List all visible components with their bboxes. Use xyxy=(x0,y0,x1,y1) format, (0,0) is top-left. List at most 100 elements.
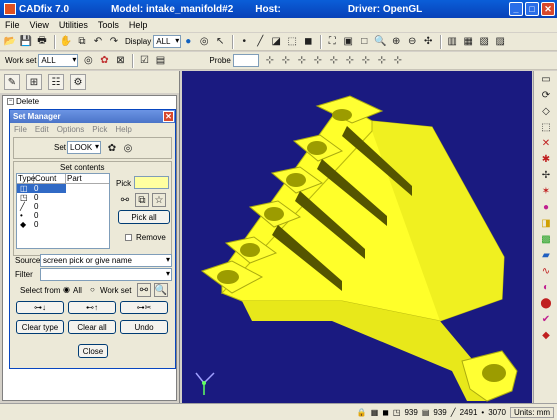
probe-area-icon[interactable]: ⊹ xyxy=(375,54,389,68)
workset-radio[interactable]: ○ xyxy=(90,285,95,294)
tool-x-icon[interactable]: ✕ xyxy=(537,136,555,151)
tool-curve-icon[interactable]: ∿ xyxy=(537,264,555,279)
minimize-button[interactable]: _ xyxy=(509,2,523,16)
clear-type-button[interactable]: Clear type xyxy=(16,320,64,334)
tool-merge-icon[interactable]: ✱ xyxy=(537,152,555,167)
table-row[interactable]: ◳ 0 xyxy=(17,193,109,202)
shade-mode-1-icon[interactable]: ▥ xyxy=(445,35,459,49)
header-count[interactable]: Count xyxy=(34,174,66,183)
redo-icon[interactable]: ↷ xyxy=(107,35,121,49)
table-row[interactable]: ◆ 0 xyxy=(17,220,109,229)
probe-distance-icon[interactable]: ⊹ xyxy=(343,54,357,68)
face-mode-icon[interactable]: ◪ xyxy=(269,35,283,49)
body-mode-icon[interactable]: ⬚ xyxy=(285,35,299,49)
menu-file[interactable]: File xyxy=(0,20,25,30)
intersect-tree-button[interactable]: ⊶✂ xyxy=(120,301,168,314)
probe-angle-icon[interactable]: ⊹ xyxy=(327,54,341,68)
filter-combo[interactable] xyxy=(40,268,172,281)
table-row[interactable]: ◫ 0 xyxy=(17,184,66,193)
all-radio[interactable]: ◉ xyxy=(63,285,70,294)
menu-utilities[interactable]: Utilities xyxy=(54,20,93,30)
menu-view[interactable]: View xyxy=(25,20,54,30)
grid-icon[interactable]: ▤ xyxy=(153,54,167,68)
workset-zoom-icon[interactable]: 🔍 xyxy=(154,283,168,297)
tree-item-delete[interactable]: − Delete xyxy=(3,96,176,107)
dialog-title-bar[interactable]: Set Manager ✕ xyxy=(10,110,175,123)
close-button[interactable]: Close xyxy=(78,344,108,358)
menu-help[interactable]: Help xyxy=(124,20,153,30)
shade-mode-4-icon[interactable]: ▨ xyxy=(493,35,507,49)
probe-input[interactable] xyxy=(232,54,259,67)
display-set-icon[interactable]: ◎ xyxy=(197,35,211,49)
print-icon[interactable]: 🖶 xyxy=(35,35,49,49)
dialog-menu-file[interactable]: File xyxy=(10,125,31,134)
workset-combo[interactable]: ALL xyxy=(38,54,79,67)
maximize-button[interactable]: □ xyxy=(525,2,539,16)
workset-set-icon[interactable]: ◎ xyxy=(81,54,95,68)
zoom-out-icon[interactable]: ⊖ xyxy=(405,35,419,49)
pick-all-button[interactable]: Pick all xyxy=(118,210,170,224)
edit-table-icon[interactable]: ☑ xyxy=(137,54,151,68)
pick-hand-icon[interactable]: ✋ xyxy=(59,35,73,49)
zoom-box-icon[interactable]: ▣ xyxy=(341,35,355,49)
probe-body-icon[interactable]: ⊹ xyxy=(311,54,325,68)
zoom-fit-icon[interactable]: ⛶ xyxy=(325,35,339,49)
line-mode-icon[interactable]: ╱ xyxy=(253,35,267,49)
table-row[interactable]: • 0 xyxy=(17,211,109,220)
view-front-icon[interactable]: ▭ xyxy=(537,72,555,87)
binoculars-icon[interactable]: ⚯ xyxy=(118,193,132,207)
header-type[interactable]: Type xyxy=(17,174,35,183)
menu-tools[interactable]: Tools xyxy=(93,20,124,30)
remove-tree-button[interactable]: ⊷↑ xyxy=(68,301,116,314)
workset-color-icon[interactable]: ✿ xyxy=(97,54,111,68)
globe-icon[interactable]: ● xyxy=(181,35,195,49)
solid-mode-icon[interactable]: ◼ xyxy=(301,35,315,49)
3d-viewport[interactable] xyxy=(182,71,532,403)
tool-sphere-icon[interactable]: ● xyxy=(537,200,555,215)
shade-mode-3-icon[interactable]: ▧ xyxy=(477,35,491,49)
table-row[interactable]: ╱ 0 xyxy=(17,202,109,211)
tab-tree-icon[interactable]: ⊞ xyxy=(26,74,42,90)
tool-blend-icon[interactable]: ◐ xyxy=(537,280,555,295)
header-part[interactable]: Part xyxy=(66,174,82,183)
zoom-in-icon[interactable]: ⊕ xyxy=(389,35,403,49)
collapse-icon[interactable]: − xyxy=(7,98,14,105)
undo-icon[interactable]: ↶ xyxy=(91,35,105,49)
dialog-menu-edit[interactable]: Edit xyxy=(31,125,53,134)
undo-button[interactable]: Undo xyxy=(120,320,168,334)
shade-mode-2-icon[interactable]: ▦ xyxy=(461,35,475,49)
clear-all-button[interactable]: Clear all xyxy=(68,320,116,334)
frame-icon[interactable]: □ xyxy=(357,35,371,49)
view-rotate-icon[interactable]: ⟳ xyxy=(537,88,555,103)
set-combo[interactable]: LOOK xyxy=(67,141,101,154)
tool-fill-icon[interactable]: ⬤ xyxy=(537,296,555,311)
open-folder-icon[interactable]: 📂 xyxy=(3,35,17,49)
point-mode-icon[interactable]: • xyxy=(237,35,251,49)
tool-mesh-icon[interactable]: ▩ xyxy=(537,232,555,247)
view-scale-icon[interactable]: ◇ xyxy=(537,104,555,119)
tool-extrude-icon[interactable]: ▰ xyxy=(537,248,555,263)
probe-volume-icon[interactable]: ⊹ xyxy=(391,54,405,68)
probe-face-icon[interactable]: ⊹ xyxy=(295,54,309,68)
tool-star-icon[interactable]: ✶ xyxy=(537,184,555,199)
probe-edge-icon[interactable]: ⊹ xyxy=(279,54,293,68)
save-icon[interactable]: 💾 xyxy=(19,35,33,49)
dialog-close-icon[interactable]: ✕ xyxy=(163,111,174,122)
tool-shape-icon[interactable]: ◆ xyxy=(537,328,555,343)
copy-icon[interactable]: ⧉ xyxy=(75,35,89,49)
close-window-button[interactable]: ✕ xyxy=(541,2,555,16)
zoom-icon[interactable]: 🔍 xyxy=(373,35,387,49)
pick-star-icon[interactable]: ☆ xyxy=(152,193,166,207)
probe-point-icon[interactable]: ⊹ xyxy=(263,54,277,68)
add-tree-button[interactable]: ⊶↓ xyxy=(16,301,64,314)
source-combo[interactable]: screen pick or give name xyxy=(40,254,172,267)
display-combo[interactable]: ALL xyxy=(153,35,182,48)
axes-icon[interactable]: ✣ xyxy=(421,35,435,49)
set-color-icon[interactable]: ✿ xyxy=(105,141,119,155)
workset-clear-icon[interactable]: ⊠ xyxy=(113,54,127,68)
tab-sets-icon[interactable]: ☷ xyxy=(48,74,64,90)
select-arrow-icon[interactable]: ↖ xyxy=(213,35,227,49)
view-select-icon[interactable]: ⬚ xyxy=(537,120,555,135)
tab-tools-icon[interactable]: ✎ xyxy=(4,74,20,90)
remove-checkbox[interactable] xyxy=(125,234,132,241)
